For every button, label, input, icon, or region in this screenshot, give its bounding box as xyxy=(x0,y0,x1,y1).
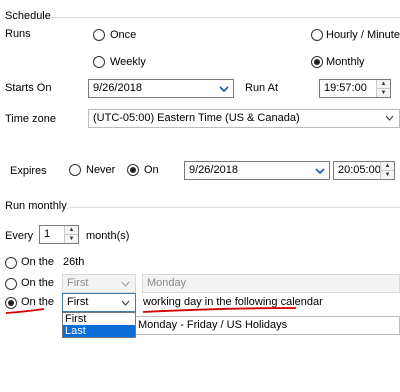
annotation-underline-on-the xyxy=(5,308,45,314)
annotation-underline-marks xyxy=(5,307,297,314)
annotation-underline-working-day xyxy=(142,307,297,313)
